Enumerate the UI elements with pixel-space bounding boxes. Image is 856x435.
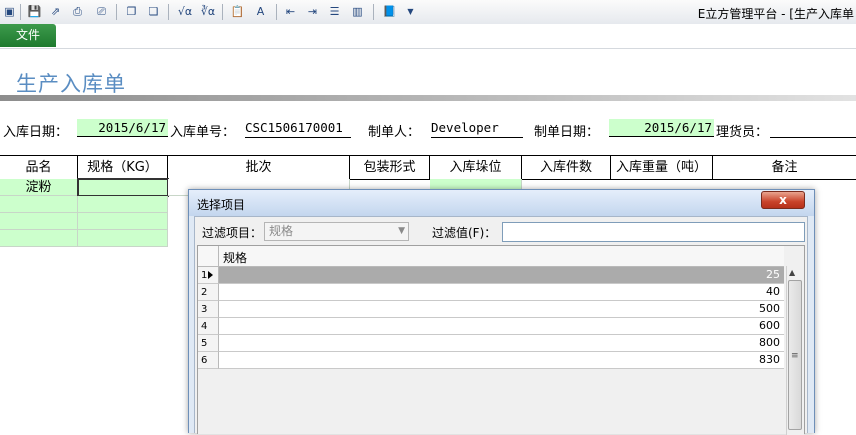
filter-value-input[interactable] [502,222,805,242]
select-item-dialog: 选择项目 x 过滤项目： 规格 ▼ 过滤值(F)： 规格 1 25 2 40 3… [188,189,815,435]
col-header-count[interactable]: 入库件数 [522,156,611,179]
spec-list: 规格 1 25 2 40 3 500 4 600 5 800 6 830 ▲ ≡ [197,245,805,435]
col-header-packing[interactable]: 包装形式 [350,156,430,179]
sort-icon[interactable]: ☰ [327,4,342,19]
file-menu-tab[interactable]: 文件 [0,24,56,47]
dialog-titlebar[interactable]: 选择项目 x [189,190,814,216]
col-header-remark[interactable]: 备注 [713,156,856,179]
grid-cell-spec[interactable] [78,196,168,213]
save-icon[interactable]: 💾 [27,4,42,19]
formula-edit-icon[interactable]: ∛α [199,4,217,19]
grid-cell-name[interactable]: 淀粉 [0,179,78,196]
list-header-spec[interactable]: 规格 [223,249,247,266]
dialog-title: 选择项目 [197,198,246,212]
row-value: 830 [219,352,784,369]
filter-item-value: 规格 [269,224,294,238]
window-icon[interactable]: ▣ [2,4,17,19]
vertical-scrollbar[interactable]: ▲ ≡ [786,266,804,435]
grid-header: 品名 规格（KG） 批次 包装形式 入库垛位 入库件数 入库重量（吨） 备注 [0,155,856,180]
app-title: E立方管理平台 - [生产入库单 [697,7,854,21]
print-icon[interactable]: ⎚ [94,4,109,19]
close-icon: x [779,193,787,207]
filter-value-label: 过滤值(F)： [432,226,497,240]
make-date-field[interactable]: 2015/6/17 [609,119,714,137]
make-date-label: 制单日期： [534,125,600,140]
list-header-corner [198,246,219,266]
paste-icon[interactable]: ❏ [146,4,161,19]
toolbar-separator [373,4,374,20]
grid-cell-spec-active[interactable] [77,178,169,197]
list-header: 规格 [198,246,784,267]
current-row-icon [208,271,213,279]
col-header-batch[interactable]: 批次 [168,156,350,179]
filter-item-label: 过滤项目： [202,226,263,240]
toolbar-separator [168,4,169,20]
toolbar-separator [116,4,117,20]
doc-no-field[interactable]: CSC1506170001 [245,119,351,138]
col-header-location[interactable]: 入库垛位 [430,156,522,179]
grid-cell-name[interactable] [0,213,78,230]
in-date-label: 入库日期： [3,125,69,140]
preview-icon[interactable]: ⎙ [70,4,85,19]
page-title: 生产入库单 [16,72,126,96]
col-header-name[interactable]: 品名 [0,156,78,179]
row-value: 800 [219,335,784,352]
grid-cell-spec[interactable] [78,213,168,230]
row-value: 40 [219,284,784,301]
title-divider [0,95,856,101]
keeper-label: 理货员： [716,125,769,140]
keeper-field[interactable] [770,119,856,138]
row-index: 3 [198,301,219,318]
grid-cell-name[interactable] [0,196,78,213]
toolbar: ▣ 💾 ⇗ ⎙ ⎚ ❐ ❏ √α ∛α 📋 A ⇤ ⇥ ☰ ▥ 📘 ▼ E立方管… [0,0,856,25]
dialog-body: 过滤项目： 规格 ▼ 过滤值(F)： 规格 1 25 2 40 3 500 4 … [194,216,808,435]
save-as-icon[interactable]: ⇗ [48,4,63,19]
column-icon[interactable]: ▥ [350,4,365,19]
text-icon[interactable]: A [253,4,268,19]
grip-icon: ≡ [791,351,799,361]
clipboard-icon[interactable]: 📋 [230,4,245,19]
list-item[interactable]: 6 830 [198,352,784,369]
row-index: 1 [198,267,219,284]
row-index: 2 [198,284,219,301]
scroll-up-icon[interactable]: ▲ [789,268,795,277]
grid-cell-name[interactable] [0,230,78,247]
doc-no-label: 入库单号： [170,125,236,140]
copy-icon[interactable]: ❐ [124,4,139,19]
list-item[interactable]: 2 40 [198,284,784,301]
row-index: 4 [198,318,219,335]
list-item[interactable]: 3 500 [198,301,784,318]
row-value: 25 [219,267,784,284]
align-right-icon[interactable]: ⇥ [305,4,320,19]
maker-label: 制单人： [368,125,421,140]
align-left-icon[interactable]: ⇤ [283,4,298,19]
book-icon[interactable]: 📘 [382,4,397,19]
close-button[interactable]: x [761,191,805,209]
chevron-down-icon: ▼ [398,226,405,236]
row-index: 6 [198,352,219,369]
toolbar-separator [276,4,277,20]
list-item[interactable]: 5 800 [198,335,784,352]
scrollbar-thumb[interactable]: ≡ [788,280,802,430]
toolbar-separator [20,4,21,20]
row-value: 600 [219,318,784,335]
col-header-spec[interactable]: 规格（KG） [78,156,168,179]
list-item[interactable]: 4 600 [198,318,784,335]
dropdown-icon[interactable]: ▼ [403,4,418,19]
filter-item-select[interactable]: 规格 ▼ [264,222,409,241]
list-item[interactable]: 1 25 [198,267,784,284]
row-value: 500 [219,301,784,318]
maker-field[interactable]: Developer [431,119,523,138]
grid-cell-spec[interactable] [78,230,168,247]
in-date-field[interactable]: 2015/6/17 [77,119,168,137]
col-header-weight[interactable]: 入库重量（吨） [611,156,713,179]
formula-icon[interactable]: √α [176,4,194,19]
row-index: 5 [198,335,219,352]
menu-strip [0,24,856,49]
toolbar-separator [222,4,223,20]
